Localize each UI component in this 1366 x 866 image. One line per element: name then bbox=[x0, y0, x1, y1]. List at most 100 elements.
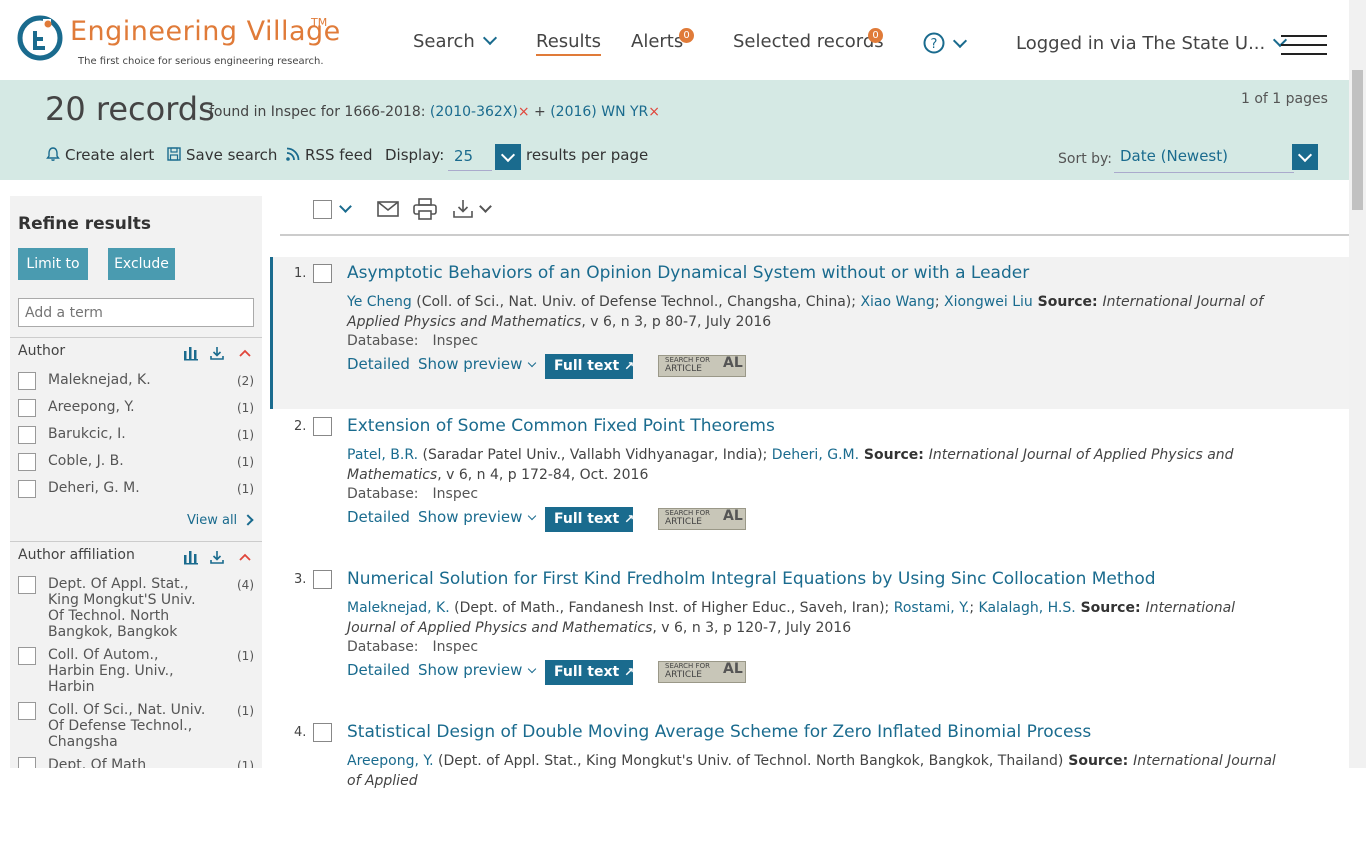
author-facet-item[interactable]: Deheri, G. M. (1) bbox=[18, 480, 254, 500]
remove-term-2-icon[interactable]: × bbox=[648, 104, 660, 120]
nav-search[interactable]: Search bbox=[413, 30, 497, 52]
full-text-label: Full text bbox=[554, 511, 620, 527]
result-checkbox[interactable] bbox=[313, 570, 332, 589]
author-link[interactable]: Patel, B.R. bbox=[347, 447, 418, 463]
search-term-1[interactable]: (2010-362X) bbox=[430, 104, 518, 120]
affiliation-facet-tools[interactable] bbox=[184, 549, 256, 565]
detailed-link[interactable]: Detailed bbox=[347, 508, 410, 526]
hamburger-menu-icon[interactable] bbox=[1281, 35, 1327, 55]
detailed-link[interactable]: Detailed bbox=[347, 661, 410, 679]
author-link[interactable]: Areepong, Y. bbox=[347, 753, 434, 769]
nav-login-label: Logged in via The State U... bbox=[1016, 33, 1266, 54]
facet-checkbox[interactable] bbox=[18, 372, 36, 390]
nav-alerts[interactable]: Alerts 0 bbox=[631, 28, 694, 52]
email-icon[interactable] bbox=[377, 200, 399, 218]
affiliation-facet-item[interactable]: Dept. Of Math (1) bbox=[18, 757, 254, 768]
author-separator: ; bbox=[969, 600, 979, 616]
page-scrollbar[interactable] bbox=[1349, 0, 1366, 768]
print-icon[interactable] bbox=[413, 198, 437, 220]
detailed-link[interactable]: Detailed bbox=[347, 355, 410, 373]
full-text-button[interactable]: Full text ↗ bbox=[545, 507, 634, 532]
save-icon bbox=[167, 147, 181, 161]
author-affiliation: (Coll. of Sci., Nat. Univ. of Defense Te… bbox=[411, 294, 861, 310]
show-preview-link[interactable]: Show preview bbox=[418, 508, 537, 526]
download-icon[interactable] bbox=[452, 199, 474, 219]
author-link[interactable]: Xiao Wang bbox=[860, 294, 934, 310]
affiliation-facet-heading[interactable]: Author affiliation bbox=[18, 547, 135, 563]
sort-select[interactable]: Date (Newest) bbox=[1114, 147, 1294, 173]
remove-term-1-icon[interactable]: × bbox=[518, 104, 530, 120]
facet-checkbox[interactable] bbox=[18, 399, 36, 417]
author-facet-heading[interactable]: Author bbox=[18, 343, 65, 359]
author-facet-item[interactable]: Areepong, Y. (1) bbox=[18, 399, 254, 419]
chevron-down-icon bbox=[528, 358, 537, 368]
show-preview-label: Show preview bbox=[418, 355, 523, 373]
save-search-button[interactable]: Save search bbox=[166, 146, 277, 164]
author-link[interactable]: Maleknejad, K. bbox=[347, 600, 450, 616]
select-all-checkbox[interactable] bbox=[313, 200, 332, 219]
full-text-button[interactable]: Full text ↗ bbox=[545, 354, 634, 379]
facet-checkbox[interactable] bbox=[18, 647, 36, 665]
result-title-link[interactable]: Extension of Some Common Fixed Point The… bbox=[347, 416, 775, 436]
facet-checkbox[interactable] bbox=[18, 480, 36, 498]
app-header: Engineering Village TM The first choice … bbox=[0, 0, 1349, 80]
engineering-village-logo-icon[interactable] bbox=[17, 15, 63, 61]
result-title-link[interactable]: Statistical Design of Double Moving Aver… bbox=[347, 722, 1091, 742]
full-text-label: Full text bbox=[554, 358, 620, 374]
facet-checkbox[interactable] bbox=[18, 453, 36, 471]
display-count-select[interactable]: 25 bbox=[448, 147, 492, 171]
author-facet-tools[interactable] bbox=[184, 345, 256, 361]
search-for-article-button[interactable]: SEARCH FOR ARTICLE AL bbox=[658, 508, 746, 530]
result-checkbox[interactable] bbox=[313, 723, 332, 742]
result-title-link[interactable]: Numerical Solution for First Kind Fredho… bbox=[347, 569, 1156, 589]
facet-checkbox[interactable] bbox=[18, 426, 36, 444]
result-checkbox[interactable] bbox=[313, 417, 332, 436]
author-link[interactable]: Xiongwei Liu bbox=[944, 294, 1033, 310]
author-link[interactable]: Deheri, G.M. bbox=[772, 447, 859, 463]
display-dropdown-icon[interactable] bbox=[495, 144, 521, 170]
full-text-button[interactable]: Full text ↗ bbox=[545, 660, 634, 685]
facet-checkbox[interactable] bbox=[18, 757, 36, 768]
nav-help[interactable]: ? bbox=[923, 32, 968, 55]
chevron-down-icon[interactable] bbox=[479, 200, 492, 213]
facet-item-label: Barukcic, I. bbox=[48, 426, 126, 442]
database-value: Inspec bbox=[432, 639, 479, 655]
nav-selected-records[interactable]: Selected records 0 bbox=[733, 28, 884, 52]
save-search-label: Save search bbox=[186, 146, 278, 164]
create-alert-button[interactable]: Create alert bbox=[45, 146, 154, 164]
add-term-input[interactable] bbox=[18, 298, 254, 327]
search-for-article-button[interactable]: SEARCH FOR ARTICLE AL bbox=[658, 355, 746, 377]
result-title-link[interactable]: Asymptotic Behaviors of an Opinion Dynam… bbox=[347, 263, 1029, 283]
search-for-article-button[interactable]: SEARCH FOR ARTICLE AL bbox=[658, 661, 746, 683]
affiliation-facet-item[interactable]: Dept. Of Appl. Stat., King Mongkut'S Uni… bbox=[18, 576, 254, 640]
download-icon bbox=[210, 347, 224, 360]
facet-checkbox[interactable] bbox=[18, 702, 36, 720]
author-affiliation: (Saradar Patel Univ., Vallabh Vidhyanaga… bbox=[418, 447, 772, 463]
nav-results[interactable]: Results bbox=[536, 31, 601, 56]
author-facet-item[interactable]: Coble, J. B. (1) bbox=[18, 453, 254, 473]
exclude-button[interactable]: Exclude bbox=[108, 248, 175, 280]
rss-feed-button[interactable]: RSS feed bbox=[285, 146, 373, 164]
logo-title[interactable]: Engineering Village bbox=[70, 16, 341, 47]
show-preview-link[interactable]: Show preview bbox=[418, 355, 537, 373]
show-preview-link[interactable]: Show preview bbox=[418, 661, 537, 679]
source-label: Source: bbox=[1032, 294, 1103, 310]
view-all-authors-link[interactable]: View all bbox=[187, 513, 254, 528]
nav-login[interactable]: Logged in via The State U... bbox=[1016, 32, 1288, 54]
author-facet-item[interactable]: Maleknejad, K. (2) bbox=[18, 372, 254, 392]
limit-to-button[interactable]: Limit to bbox=[18, 248, 88, 280]
scrollbar-thumb[interactable] bbox=[1352, 70, 1363, 210]
author-link[interactable]: Ye Cheng bbox=[347, 294, 412, 310]
author-link[interactable]: Kalalagh, H.S. bbox=[979, 600, 1076, 616]
author-facet-item[interactable]: Barukcic, I. (1) bbox=[18, 426, 254, 446]
facet-checkbox[interactable] bbox=[18, 576, 36, 594]
search-term-2[interactable]: (2016) WN YR bbox=[550, 104, 648, 120]
chevron-down-icon[interactable] bbox=[339, 200, 352, 213]
result-item: 4. Statistical Design of Double Moving Av… bbox=[270, 716, 1349, 866]
chevron-down-icon bbox=[952, 33, 968, 49]
author-separator: ; bbox=[934, 294, 944, 310]
sort-dropdown-icon[interactable] bbox=[1292, 144, 1318, 170]
result-checkbox[interactable] bbox=[313, 264, 332, 283]
author-link[interactable]: Rostami, Y. bbox=[894, 600, 970, 616]
result-item: 3. Numerical Solution for First Kind Fred… bbox=[270, 563, 1349, 713]
